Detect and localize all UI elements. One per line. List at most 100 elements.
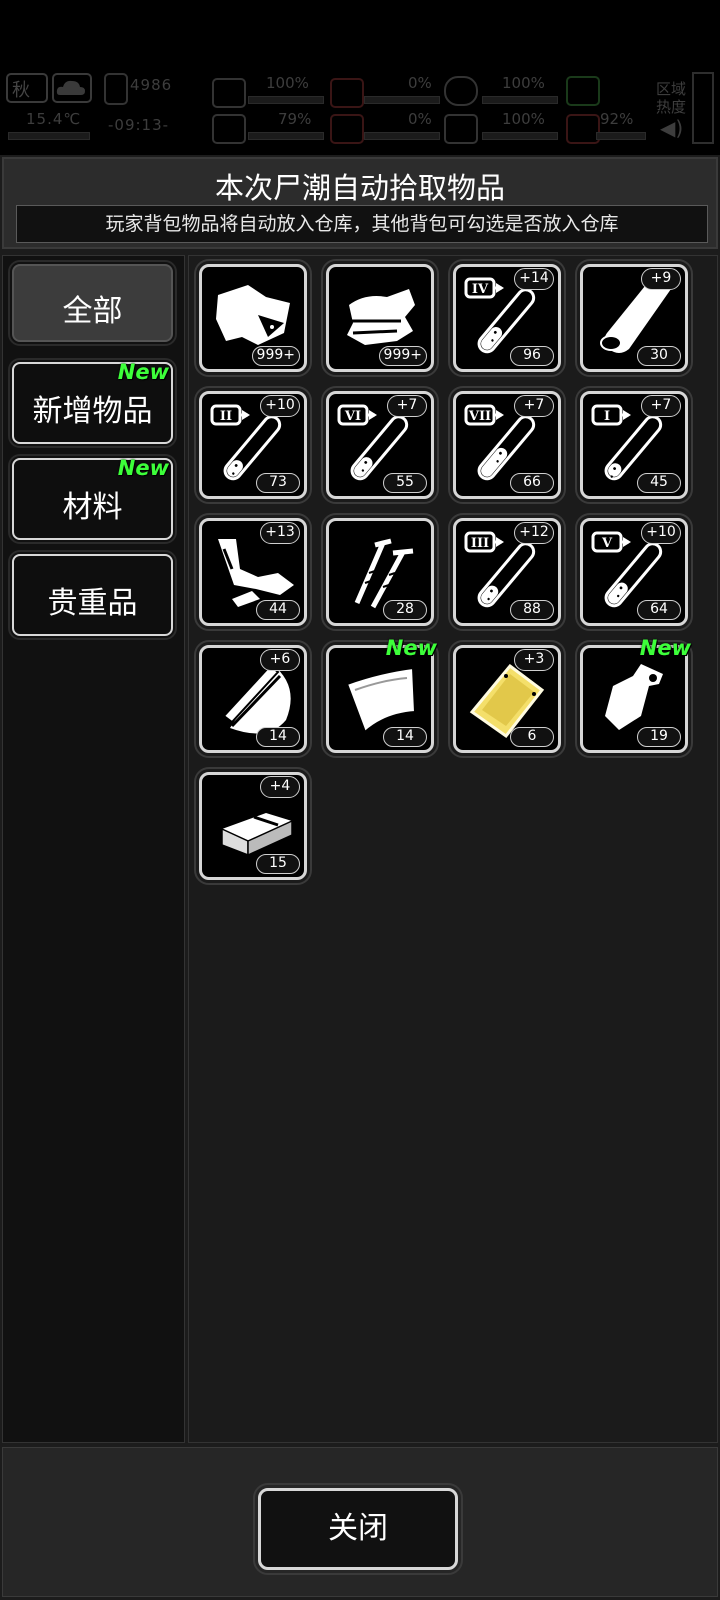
inventory-item[interactable]: V +10 64: [575, 513, 693, 631]
added-count-badge: +12: [514, 522, 554, 544]
sanity-bar: [248, 132, 324, 140]
hunger-bar: [364, 96, 440, 104]
category-new-items[interactable]: 新增物品 New: [8, 358, 177, 448]
added-count-badge: +3: [514, 649, 554, 671]
inventory-item[interactable]: II +10 73: [194, 386, 312, 504]
category-valuables[interactable]: 贵重品: [8, 550, 177, 640]
close-button[interactable]: 关闭: [253, 1483, 463, 1575]
added-count-badge: +9: [641, 268, 681, 290]
bleeding-bar: [364, 132, 440, 140]
inventory-item[interactable]: +4 15: [194, 767, 312, 885]
day-digit-icon: [104, 73, 128, 105]
svg-text:III: III: [471, 536, 489, 551]
stamina-bar: [482, 96, 558, 104]
inventory-item[interactable]: IV +14 96: [448, 259, 566, 377]
auto-pickup-dialog: 本次尸潮自动拾取物品 玩家背包物品将自动放入仓库，其他背包可勾选是否放入仓库 全…: [0, 155, 720, 1600]
brain-icon: [212, 114, 246, 144]
item-quantity: 96: [510, 346, 554, 366]
region-heat-gauge: [692, 72, 714, 144]
added-count-badge: +7: [641, 395, 681, 417]
dialog-header: 本次尸潮自动拾取物品 玩家背包物品将自动放入仓库，其他背包可勾选是否放入仓库: [2, 157, 718, 249]
inventory-item[interactable]: 999+: [321, 259, 439, 377]
inventory-item[interactable]: VI +7 55: [321, 386, 439, 504]
item-quantity: 19: [637, 727, 681, 747]
inventory-item[interactable]: +6 14: [194, 640, 312, 758]
svg-text:VI: VI: [344, 409, 361, 424]
added-count-badge: +13: [260, 522, 300, 544]
category-label: 新增物品: [32, 394, 153, 429]
stamina-value: 100%: [502, 74, 545, 92]
clock-readout: -09:13-: [108, 116, 170, 134]
category-sidebar: 全部 新增物品 New 材料 New 贵重品: [2, 255, 185, 1443]
blood-drop-icon: [330, 114, 364, 144]
temperature-readout: 15.4℃: [26, 110, 82, 128]
added-count-badge: +4: [260, 776, 300, 798]
item-quantity: 15: [256, 854, 300, 874]
heart-bar: [482, 132, 558, 140]
svg-text:I: I: [604, 409, 610, 424]
svg-text:IV: IV: [472, 282, 489, 297]
speaker-icon[interactable]: ◀): [660, 116, 683, 140]
health-value: 100%: [266, 74, 309, 92]
inventory-item[interactable]: I +7 45: [575, 386, 693, 504]
health-bar: [248, 96, 324, 104]
dialog-title: 本次尸潮自动拾取物品: [214, 171, 505, 205]
dialog-subtitle: 玩家背包物品将自动放入仓库，其他背包可勾选是否放入仓库: [16, 205, 708, 243]
inventory-item[interactable]: +13 44: [194, 513, 312, 631]
item-grid: 999+ 999+ IV +14 96 +9 30 II +10 73 VI +…: [188, 255, 718, 1443]
item-quantity: 999+: [251, 346, 300, 366]
inventory-item[interactable]: 999+: [194, 259, 312, 377]
item-quantity: 66: [510, 473, 554, 493]
item-quantity: 45: [637, 473, 681, 493]
season-icon: 秋: [6, 73, 48, 103]
inventory-item[interactable]: 28: [321, 513, 439, 631]
category-label: 材料: [62, 490, 123, 525]
new-badge: New: [117, 360, 169, 384]
water-value: 92%: [600, 110, 634, 128]
svg-text:II: II: [220, 409, 232, 424]
item-quantity: 64: [637, 600, 681, 620]
category-materials[interactable]: 材料 New: [8, 454, 177, 544]
item-quantity: 73: [256, 473, 300, 493]
boot-icon: [566, 76, 600, 106]
hunger-value: 0%: [408, 74, 432, 92]
new-badge: New: [639, 636, 691, 660]
item-quantity: 14: [383, 727, 427, 747]
medkit-icon: [212, 78, 246, 108]
water-icon: [566, 114, 600, 144]
heart-value: 100%: [502, 110, 545, 128]
category-all[interactable]: 全部: [8, 260, 177, 346]
category-label: 全部: [62, 294, 123, 329]
svg-text:VII: VII: [468, 409, 491, 424]
svg-text:V: V: [601, 536, 613, 551]
season-label: 秋: [12, 80, 30, 101]
stomach-icon: [330, 78, 364, 108]
category-label: 贵重品: [47, 586, 138, 621]
inventory-item[interactable]: VII +7 66: [448, 386, 566, 504]
temperature-bar: [8, 132, 90, 140]
inventory-item[interactable]: New 19: [575, 636, 693, 758]
water-bar: [596, 132, 646, 140]
day-counter: 4986: [130, 76, 173, 94]
inventory-item[interactable]: +3 6: [448, 640, 566, 758]
inventory-item[interactable]: +9 30: [575, 259, 693, 377]
item-quantity: 14: [256, 727, 300, 747]
bleeding-value: 0%: [408, 110, 432, 128]
inventory-item[interactable]: III +12 88: [448, 513, 566, 631]
added-count-badge: +7: [387, 395, 427, 417]
added-count-badge: +7: [514, 395, 554, 417]
item-quantity: 55: [383, 473, 427, 493]
item-quantity: 30: [637, 346, 681, 366]
item-quantity: 999+: [378, 346, 427, 366]
inventory-item[interactable]: New 14: [321, 636, 439, 758]
added-count-badge: +6: [260, 649, 300, 671]
sanity-value: 79%: [278, 110, 312, 128]
added-count-badge: +10: [260, 395, 300, 417]
cloud-icon: [52, 73, 92, 103]
stamina-icon: [444, 76, 478, 106]
heat-label: 热度: [656, 98, 687, 116]
item-quantity: 6: [510, 727, 554, 747]
status-hud: 秋 15.4℃ 4986 -09:13- 100% 79% 0% 0% 100%…: [0, 66, 720, 150]
new-badge: New: [117, 456, 169, 480]
heart-icon: [444, 114, 478, 144]
